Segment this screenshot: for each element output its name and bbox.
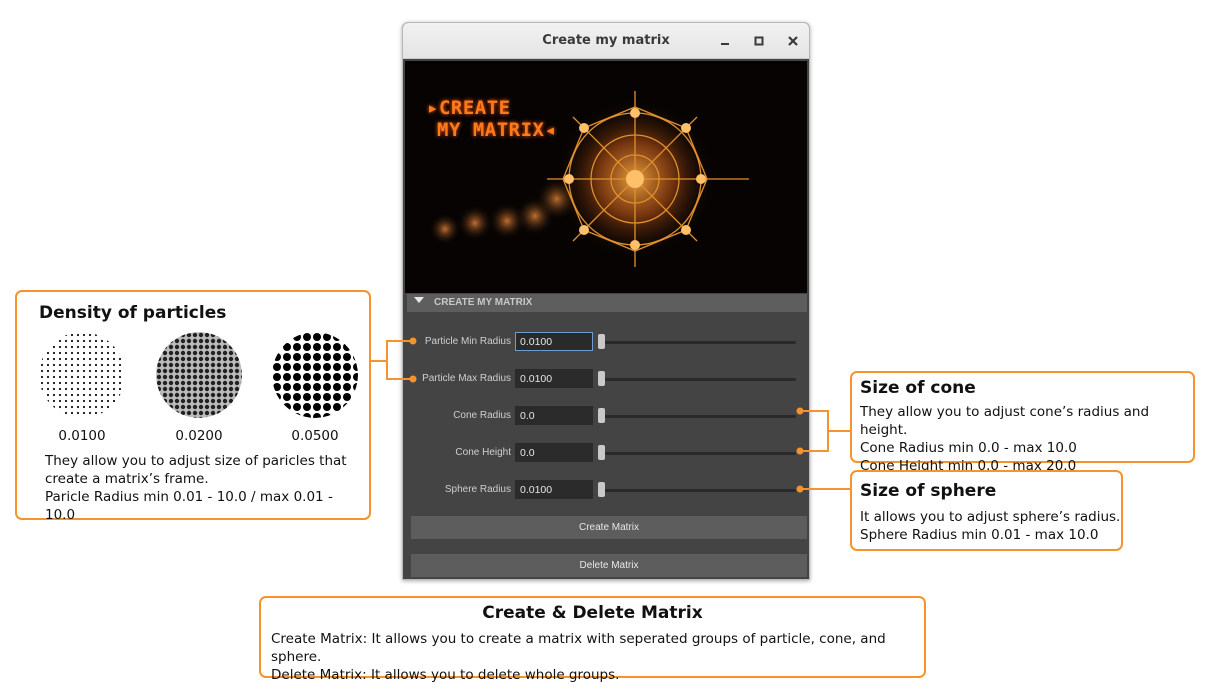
density-sample-small <box>39 332 125 418</box>
density-sample-value: 0.0100 <box>58 428 106 444</box>
field-label: Cone Height <box>455 447 511 458</box>
matrix-sculpture-illustration <box>405 61 807 293</box>
density-sample-large <box>272 332 358 418</box>
cone-description: They allow you to adjust cone’s radius a… <box>860 403 1193 475</box>
particle-max-radius-slider-handle[interactable] <box>598 371 605 386</box>
field-label: Particle Min Radius <box>424 336 511 347</box>
slider-track[interactable] <box>599 489 796 492</box>
create-delete-description: Create Matrix: It allows you to create a… <box>271 630 924 684</box>
collapse-arrow-icon <box>414 297 424 303</box>
close-icon <box>788 36 798 46</box>
density-desc-line: create a matrix’s frame. <box>45 471 209 487</box>
particle-min-radius-input[interactable]: 0.0100 <box>515 332 593 351</box>
cone-height-row: Cone Height 0.0 <box>403 442 809 464</box>
cone-title: Size of cone <box>860 378 976 398</box>
dot-pattern-large-icon <box>272 332 358 418</box>
density-description: They allow you to adjust size of paricle… <box>45 452 365 524</box>
dot-pattern-medium-icon <box>156 332 242 418</box>
cone-desc-line: Cone Radius min 0.0 - max 10.0 <box>860 440 1077 456</box>
particle-min-radius-slider-handle[interactable] <box>598 334 605 349</box>
slider-track[interactable] <box>599 452 796 455</box>
banner-image: ▸CREATE MY MATRIX◂ <box>405 61 807 293</box>
create-matrix-window: Create my matrix ▸CREATE MY MATRIX◂ CREA… <box>402 22 810 580</box>
density-desc-line: They allow you to adjust size of paricle… <box>45 453 347 469</box>
close-button[interactable] <box>783 31 803 51</box>
minimize-button[interactable] <box>715 31 735 51</box>
density-sample-medium <box>156 332 242 418</box>
sphere-radius-input[interactable]: 0.0100 <box>515 480 593 499</box>
create-delete-title: Create & Delete Matrix <box>482 603 703 623</box>
density-sample-value: 0.0200 <box>175 428 223 444</box>
delete-matrix-button[interactable]: Delete Matrix <box>411 554 807 577</box>
cone-callout: Size of cone They allow you to adjust co… <box>850 371 1195 474</box>
minimize-icon <box>721 43 729 45</box>
field-label: Particle Max Radius <box>422 373 511 384</box>
cone-desc-line: They allow you to adjust cone’s radius a… <box>860 404 1150 438</box>
cone-radius-slider-handle[interactable] <box>598 408 605 423</box>
dot-pattern-small-icon <box>39 332 125 418</box>
field-label: Cone Radius <box>453 410 511 421</box>
maximize-icon <box>754 36 764 46</box>
sphere-desc-line: It allows you to adjust sphere’s radius. <box>860 509 1121 525</box>
cone-radius-row: Cone Radius 0.0 <box>403 405 809 427</box>
cone-height-input[interactable]: 0.0 <box>515 443 593 462</box>
slider-track[interactable] <box>599 341 796 344</box>
sphere-title: Size of sphere <box>860 481 997 501</box>
particle-max-radius-input[interactable]: 0.0100 <box>515 369 593 388</box>
sphere-radius-slider-handle[interactable] <box>598 482 605 497</box>
field-label: Sphere Radius <box>444 484 511 495</box>
cone-radius-input[interactable]: 0.0 <box>515 406 593 425</box>
section-header-label: CREATE MY MATRIX <box>434 297 533 308</box>
sphere-description: It allows you to adjust sphere’s radius.… <box>860 508 1120 544</box>
slider-track[interactable] <box>599 415 796 418</box>
density-title: Density of particles <box>39 303 227 323</box>
density-desc-line: Paricle Radius min 0.01 - 10.0 / max 0.0… <box>45 489 333 523</box>
create-matrix-button[interactable]: Create Matrix <box>411 516 807 539</box>
slider-track[interactable] <box>599 378 796 381</box>
create-delete-callout: Create & Delete Matrix Create Matrix: It… <box>259 596 926 683</box>
sphere-callout: Size of sphere It allows you to adjust s… <box>850 470 1123 551</box>
title-bar: Create my matrix <box>403 23 809 59</box>
density-sample-value: 0.0500 <box>291 428 339 444</box>
section-header-create-my-matrix[interactable]: CREATE MY MATRIX <box>407 294 807 312</box>
maximize-button[interactable] <box>749 31 769 51</box>
sphere-desc-line: Sphere Radius min 0.01 - max 10.0 <box>860 527 1099 543</box>
cone-height-slider-handle[interactable] <box>598 445 605 460</box>
create-delete-desc-line: Delete Matrix: It allows you to delete w… <box>271 667 620 683</box>
banner-line-1: ▸CREATE <box>427 97 511 119</box>
banner-line-2: MY MATRIX◂ <box>437 119 557 141</box>
particle-max-radius-row: Particle Max Radius 0.0100 <box>403 368 809 390</box>
create-delete-desc-line: Create Matrix: It allows you to create a… <box>271 631 886 665</box>
sphere-radius-row: Sphere Radius 0.0100 <box>403 479 809 501</box>
density-callout: Density of particles 0.0100 0.0200 0.050… <box>15 290 371 523</box>
banner-logo-text: ▸CREATE MY MATRIX◂ <box>427 97 556 141</box>
particle-min-radius-row: Particle Min Radius 0.0100 <box>403 331 809 353</box>
